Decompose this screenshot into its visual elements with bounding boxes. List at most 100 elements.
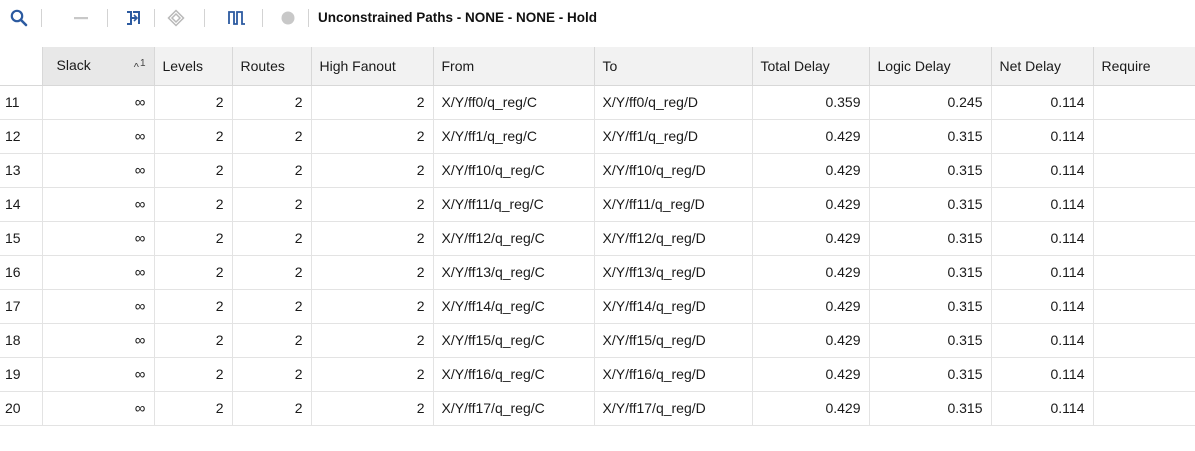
require-cell — [1093, 289, 1195, 324]
circle-icon — [281, 11, 295, 25]
table-row[interactable]: 15 ∞ 2 2 2 X/Y/ff12/q_reg/C X/Y/ff12/q_reg/D 0.… — [0, 221, 1195, 256]
logic-delay-cell: 0.315 — [869, 187, 992, 222]
table-row[interactable]: 14 ∞ 2 2 2 X/Y/ff11/q_reg/C X/Y/ff11/q_reg/D 0.… — [0, 187, 1195, 222]
logic-delay-cell: 0.315 — [869, 289, 992, 324]
high-fanout-cell: 2 — [311, 221, 434, 256]
from-cell: X/Y/ff12/q_reg/C — [433, 221, 595, 256]
row-index: 20 — [0, 391, 43, 426]
routes-cell: 2 — [232, 289, 312, 324]
column-header-net-delay[interactable]: Net Delay — [991, 47, 1094, 86]
highlight-button[interactable] — [162, 4, 190, 32]
total-delay-cell: 0.359 — [752, 85, 870, 120]
levels-cell: 2 — [154, 119, 233, 154]
table-row[interactable]: 18 ∞ 2 2 2 X/Y/ff15/q_reg/C X/Y/ff15/q_reg/D 0.… — [0, 323, 1195, 358]
table-header-row: Slack ^1 Levels Routes High Fanout From … — [0, 47, 1195, 86]
total-delay-cell: 0.429 — [752, 357, 870, 392]
column-header-from[interactable]: From — [433, 47, 595, 86]
to-cell: X/Y/ff17/q_reg/D — [594, 391, 753, 426]
logic-delay-cell: 0.315 — [869, 221, 992, 256]
high-fanout-cell: 2 — [311, 255, 434, 290]
from-cell: X/Y/ff16/q_reg/C — [433, 357, 595, 392]
column-header-routes[interactable]: Routes — [232, 47, 312, 86]
schematic-button[interactable] — [119, 4, 147, 32]
to-cell: X/Y/ff0/q_reg/D — [594, 85, 753, 120]
to-cell: X/Y/ff14/q_reg/D — [594, 289, 753, 324]
toolbar-separator — [308, 9, 309, 27]
routes-cell: 2 — [232, 255, 312, 290]
slack-cell: ∞ — [42, 85, 155, 120]
from-cell: X/Y/ff10/q_reg/C — [433, 153, 595, 188]
slack-cell: ∞ — [42, 153, 155, 188]
search-icon — [10, 9, 28, 27]
total-delay-cell: 0.429 — [752, 391, 870, 426]
high-fanout-cell: 2 — [311, 289, 434, 324]
collapse-icon — [74, 17, 88, 20]
toolbar-separator — [107, 9, 108, 27]
status-button[interactable] — [275, 4, 301, 32]
column-header-high-fanout[interactable]: High Fanout — [311, 47, 434, 86]
column-header-to[interactable]: To — [594, 47, 753, 86]
require-cell — [1093, 357, 1195, 392]
logic-delay-cell: 0.315 — [869, 323, 992, 358]
toolbar-separator — [204, 9, 205, 27]
table-row[interactable]: 13 ∞ 2 2 2 X/Y/ff10/q_reg/C X/Y/ff10/q_reg/D 0.… — [0, 153, 1195, 188]
row-index-header — [0, 47, 43, 86]
high-fanout-cell: 2 — [311, 357, 434, 392]
slack-cell: ∞ — [42, 391, 155, 426]
table-row[interactable]: 19 ∞ 2 2 2 X/Y/ff16/q_reg/C X/Y/ff16/q_reg/D 0.… — [0, 357, 1195, 392]
slack-cell: ∞ — [42, 221, 155, 256]
routes-cell: 2 — [232, 221, 312, 256]
net-delay-cell: 0.114 — [991, 85, 1094, 120]
net-delay-cell: 0.114 — [991, 391, 1094, 426]
column-header-total-delay[interactable]: Total Delay — [752, 47, 870, 86]
levels-cell: 2 — [154, 289, 233, 324]
levels-cell: 2 — [154, 357, 233, 392]
row-index: 15 — [0, 221, 43, 256]
from-cell: X/Y/ff14/q_reg/C — [433, 289, 595, 324]
waveform-icon — [228, 11, 245, 25]
logic-delay-cell: 0.315 — [869, 153, 992, 188]
slack-cell: ∞ — [42, 119, 155, 154]
total-delay-cell: 0.429 — [752, 255, 870, 290]
table-row[interactable]: 16 ∞ 2 2 2 X/Y/ff13/q_reg/C X/Y/ff13/q_reg/D 0.… — [0, 255, 1195, 290]
row-index: 16 — [0, 255, 43, 290]
schematic-icon — [127, 11, 140, 25]
high-fanout-cell: 2 — [311, 323, 434, 358]
total-delay-cell: 0.429 — [752, 221, 870, 256]
column-header-levels[interactable]: Levels — [154, 47, 233, 86]
table-row[interactable]: 20 ∞ 2 2 2 X/Y/ff17/q_reg/C X/Y/ff17/q_reg/D 0.… — [0, 391, 1195, 426]
from-cell: X/Y/ff11/q_reg/C — [433, 187, 595, 222]
levels-cell: 2 — [154, 221, 233, 256]
table-row[interactable]: 12 ∞ 2 2 2 X/Y/ff1/q_reg/C X/Y/ff1/q_reg/D 0.42… — [0, 119, 1195, 154]
high-fanout-cell: 2 — [311, 153, 434, 188]
to-cell: X/Y/ff11/q_reg/D — [594, 187, 753, 222]
to-cell: X/Y/ff12/q_reg/D — [594, 221, 753, 256]
net-delay-cell: 0.114 — [991, 153, 1094, 188]
logic-delay-cell: 0.245 — [869, 85, 992, 120]
routes-cell: 2 — [232, 323, 312, 358]
collapse-button[interactable] — [67, 4, 95, 32]
column-header-require[interactable]: Require — [1093, 47, 1195, 86]
row-index: 18 — [0, 323, 43, 358]
table-row[interactable]: 17 ∞ 2 2 2 X/Y/ff14/q_reg/C X/Y/ff14/q_reg/D 0.… — [0, 289, 1195, 324]
table-row[interactable]: 11 ∞ 2 2 2 X/Y/ff0/q_reg/C X/Y/ff0/q_reg/D 0.35… — [0, 85, 1195, 120]
from-cell: X/Y/ff13/q_reg/C — [433, 255, 595, 290]
column-header-slack[interactable]: Slack ^1 — [42, 47, 155, 86]
to-cell: X/Y/ff10/q_reg/D — [594, 153, 753, 188]
net-delay-cell: 0.114 — [991, 255, 1094, 290]
slack-cell: ∞ — [42, 187, 155, 222]
from-cell: X/Y/ff17/q_reg/C — [433, 391, 595, 426]
results-title: Unconstrained Paths - NONE - NONE - Hold — [318, 10, 598, 25]
search-button[interactable] — [4, 4, 34, 32]
column-header-logic-delay[interactable]: Logic Delay — [869, 47, 992, 86]
high-fanout-cell: 2 — [311, 85, 434, 120]
require-cell — [1093, 255, 1195, 290]
routes-cell: 2 — [232, 391, 312, 426]
total-delay-cell: 0.429 — [752, 119, 870, 154]
routes-cell: 2 — [232, 85, 312, 120]
from-cell: X/Y/ff1/q_reg/C — [433, 119, 595, 154]
waveform-button[interactable] — [223, 4, 251, 32]
row-index: 14 — [0, 187, 43, 222]
slack-cell: ∞ — [42, 255, 155, 290]
require-cell — [1093, 391, 1195, 426]
